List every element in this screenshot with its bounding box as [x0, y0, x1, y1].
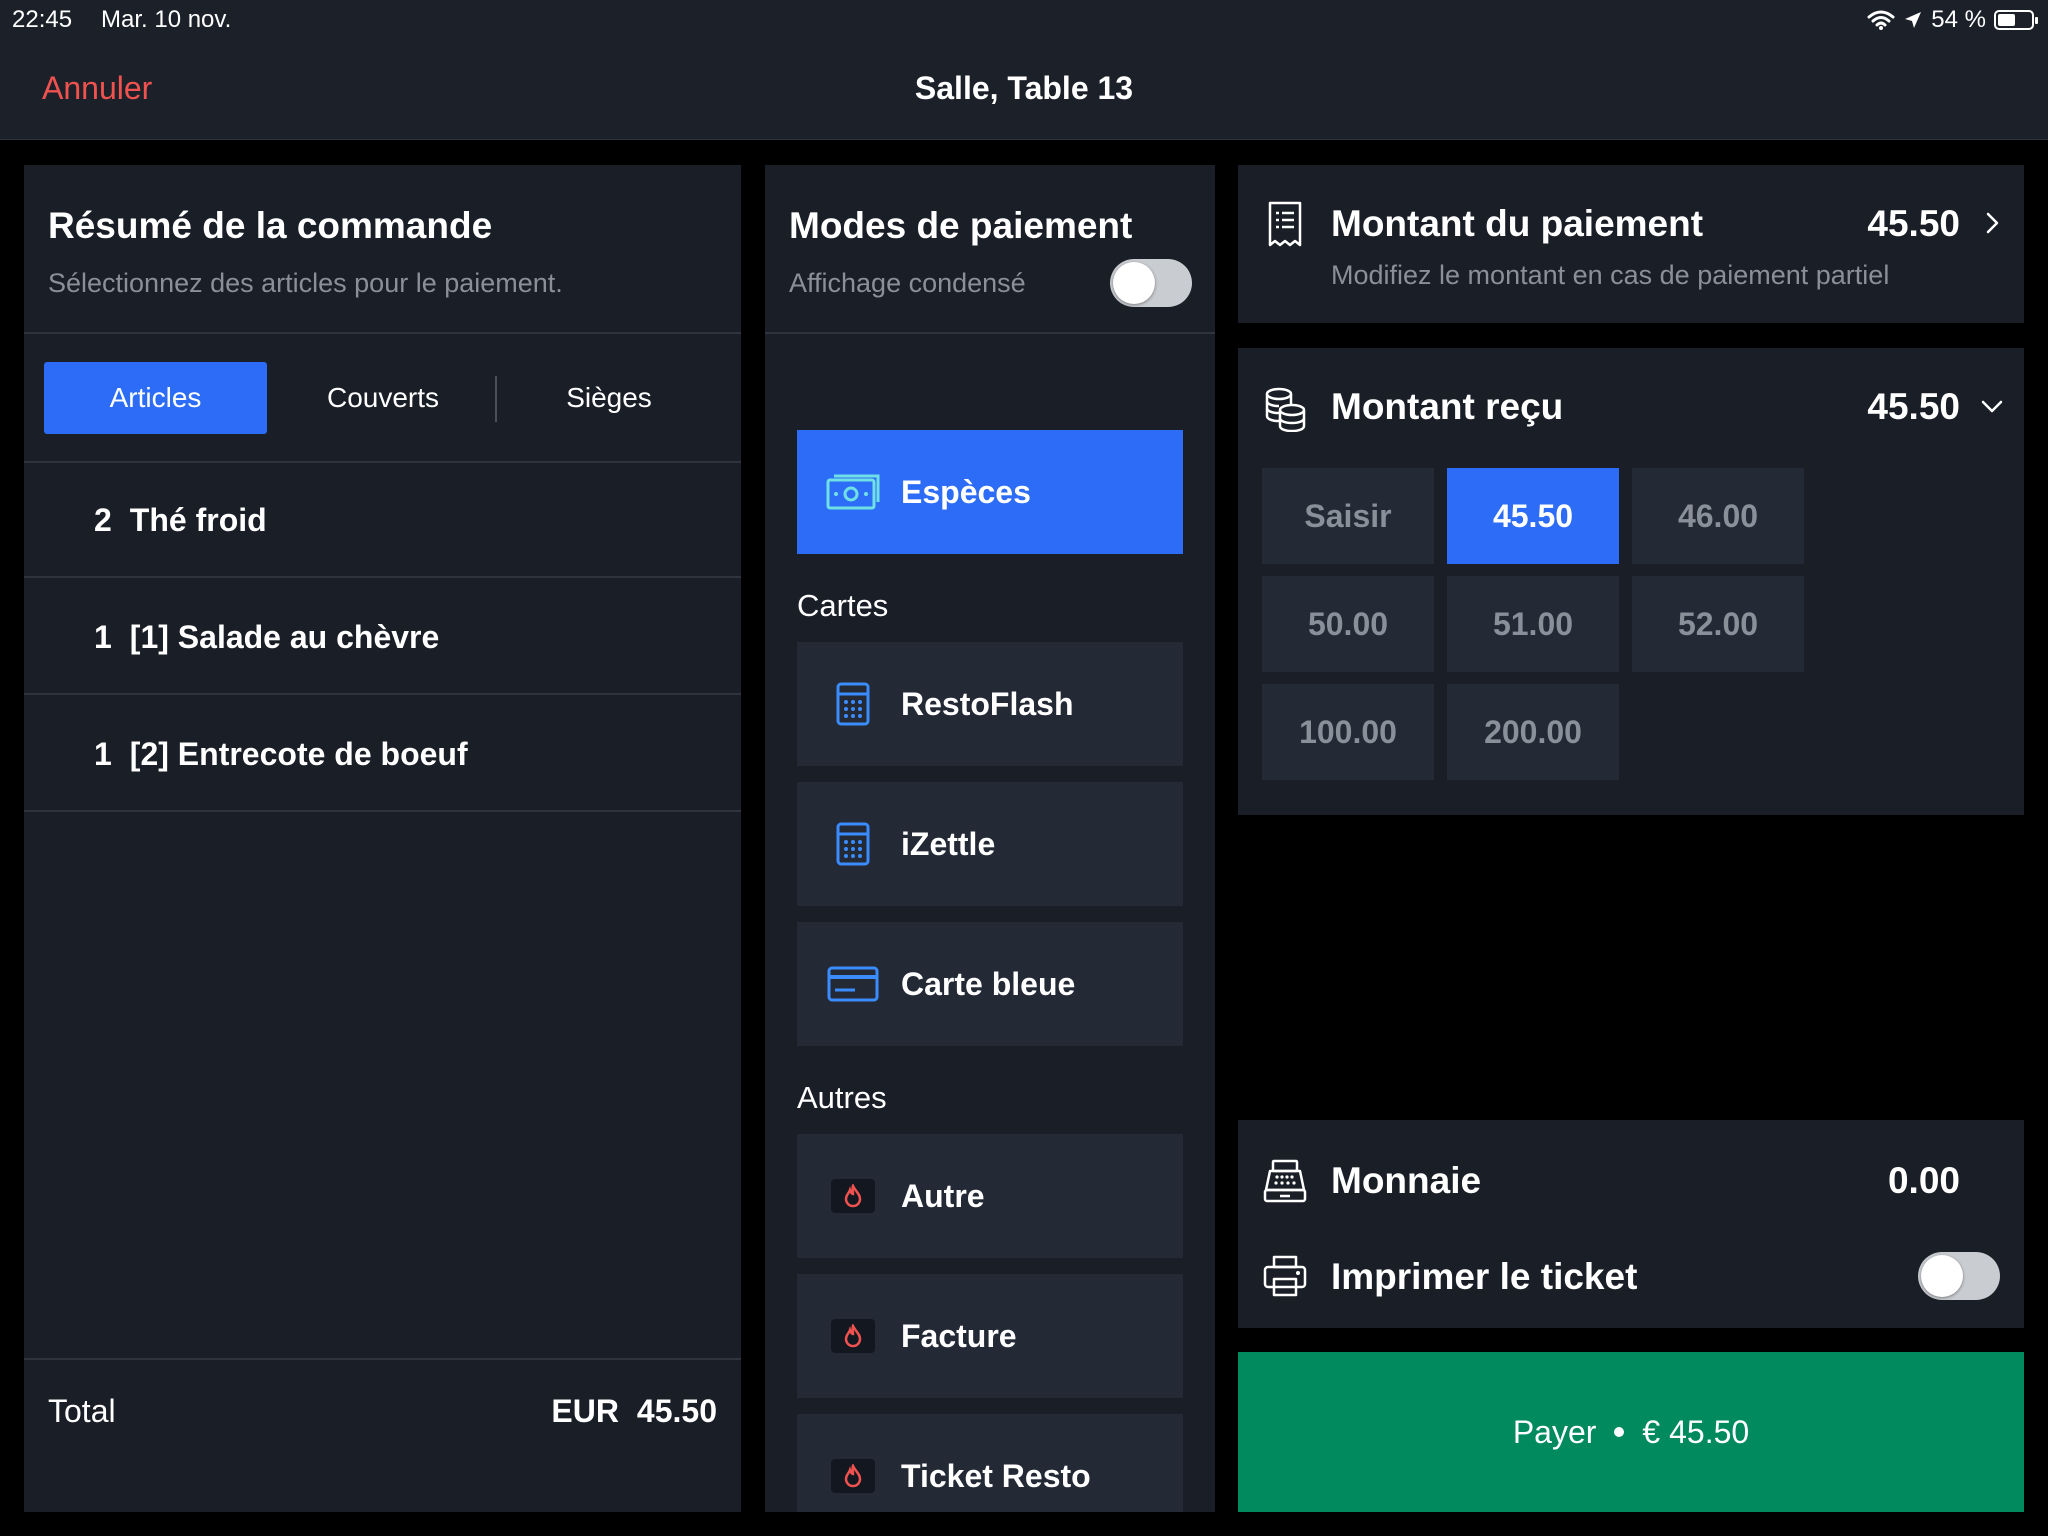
credit-card-icon — [825, 956, 881, 1012]
toggle-knob — [1113, 262, 1155, 304]
wifi-icon — [1867, 10, 1895, 30]
quick-amount-button[interactable]: 52.00 — [1632, 576, 1804, 672]
order-summary-title: Résumé de la commande — [48, 205, 493, 246]
received-amount-value: 45.50 — [1867, 386, 1960, 427]
payment-amount-panel[interactable]: Montant du paiement 45.50 Modifiez le mo… — [1238, 165, 2024, 323]
location-arrow-icon — [1905, 12, 1922, 28]
order-item[interactable]: 1 [1] Salade au chèvre — [24, 580, 741, 695]
change-value: 0.00 — [1887, 1160, 1960, 1201]
status-bar: 22:45 Mar. 10 nov. 54 % — [0, 0, 2048, 40]
order-item-qty: 1 — [94, 619, 112, 655]
order-summary-subtitle: Sélectionnez des articles pour le paieme… — [48, 268, 563, 298]
battery-percent: 54 % — [1931, 6, 1986, 33]
print-ticket-label: Imprimer le ticket — [1331, 1256, 1638, 1297]
printer-icon — [1263, 1255, 1307, 1297]
bullet-separator — [1614, 1427, 1625, 1437]
payment-amount-value: 45.50 — [1867, 203, 1960, 244]
order-item-qty: 2 — [94, 502, 112, 538]
order-item-name: Thé froid — [129, 502, 267, 538]
compact-view-toggle[interactable] — [1110, 259, 1192, 307]
toggle-knob — [1921, 1255, 1963, 1297]
payment-amount-title: Montant du paiement — [1331, 203, 1704, 244]
change-title: Monnaie — [1331, 1160, 1482, 1201]
quick-amount-button[interactable]: 51.00 — [1447, 576, 1619, 672]
tab-articles[interactable]: Articles — [44, 362, 267, 434]
divider — [24, 1358, 741, 1360]
quick-amount-button[interactable]: 100.00 — [1262, 684, 1434, 780]
payment-mode-restoflash[interactable]: RestoFlash — [797, 642, 1183, 766]
order-item-qty: 1 — [94, 736, 112, 772]
pay-button-label: Payer — [1512, 1413, 1597, 1450]
received-amount-title: Montant reçu — [1331, 386, 1564, 427]
quick-amount-enter-button[interactable]: Saisir — [1262, 468, 1434, 564]
payment-mode-label: Carte bleue — [901, 965, 1076, 1002]
divider — [24, 332, 741, 334]
total-value: EUR 45.50 — [551, 1393, 717, 1430]
receipt-icon — [1268, 201, 1302, 247]
tab-couverts[interactable]: Couverts — [276, 362, 490, 434]
order-item[interactable]: 1 [2] Entrecote de boeuf — [24, 697, 741, 812]
tab-sieges[interactable]: Sièges — [502, 362, 716, 434]
quick-amount-button[interactable]: 46.00 — [1632, 468, 1804, 564]
payment-amount-subtitle: Modifiez le montant en cas de paiement p… — [1331, 260, 1890, 290]
flame-icon — [825, 1168, 881, 1224]
chevron-down-icon[interactable] — [1980, 394, 2004, 418]
cash-icon — [825, 464, 881, 520]
divider — [24, 576, 741, 578]
chevron-right-icon — [1986, 212, 1999, 234]
order-item-name: [1] Salade au chèvre — [129, 619, 440, 655]
quick-amount-button[interactable]: 200.00 — [1447, 684, 1619, 780]
coins-icon — [1265, 387, 1306, 432]
tab-divider — [495, 376, 497, 422]
flame-icon — [825, 1448, 881, 1504]
divider — [24, 693, 741, 695]
status-date: Mar. 10 nov. — [101, 6, 232, 33]
total-amount: 45.50 — [636, 1393, 717, 1429]
order-item-name: [2] Entrecote de boeuf — [129, 736, 468, 772]
compact-view-label: Affichage condensé — [789, 268, 1026, 298]
card-terminal-icon — [825, 676, 881, 732]
quick-amount-button[interactable]: 45.50 — [1447, 468, 1619, 564]
pay-button[interactable]: Payer € 45.50 — [1238, 1352, 2024, 1512]
change-panel: Monnaie 0.00 Imprimer le ticket — [1238, 1120, 2024, 1328]
flame-icon — [825, 1308, 881, 1364]
quick-amount-button[interactable]: 50.00 — [1262, 576, 1434, 672]
order-item[interactable]: 2 Thé froid — [24, 463, 741, 578]
divider — [24, 810, 741, 812]
payment-modes-title: Modes de paiement — [789, 205, 1133, 246]
status-right: 54 % — [1867, 6, 2038, 34]
status-time: 22:45 — [12, 6, 73, 33]
payment-mode-label: Ticket Resto — [901, 1457, 1091, 1494]
payment-mode-carte-bleue[interactable]: Carte bleue — [797, 922, 1183, 1046]
card-terminal-icon — [825, 816, 881, 872]
payment-mode-label: Espèces — [901, 473, 1031, 510]
page-title: Salle, Table 13 — [914, 70, 1134, 106]
payment-mode-autre[interactable]: Autre — [797, 1134, 1183, 1258]
payment-mode-label: Facture — [901, 1317, 1017, 1354]
payment-mode-label: RestoFlash — [901, 685, 1074, 722]
print-ticket-toggle[interactable] — [1918, 1252, 2000, 1300]
received-amount-panel: Montant reçu 45.50 Saisir 45.50 46.00 50… — [1238, 348, 2024, 815]
total-label: Total — [48, 1393, 116, 1429]
divider — [765, 332, 1215, 334]
payment-mode-ticket-resto[interactable]: Ticket Resto — [797, 1414, 1183, 1512]
total-currency: EUR — [551, 1393, 619, 1429]
nav-bar: Annuler Salle, Table 13 — [0, 40, 2048, 140]
payment-modes-panel: Modes de paiement Affichage condensé Esp… — [765, 165, 1215, 1512]
payment-mode-izettle[interactable]: iZettle — [797, 782, 1183, 906]
payment-mode-cash[interactable]: Espèces — [797, 430, 1183, 554]
pay-button-amount: € 45.50 — [1642, 1413, 1750, 1450]
battery-icon — [1994, 10, 2038, 30]
order-summary-panel: Résumé de la commande Sélectionnez des a… — [24, 165, 741, 1512]
payment-mode-facture[interactable]: Facture — [797, 1274, 1183, 1398]
cash-register-icon — [1263, 1159, 1307, 1203]
payment-mode-label: Autre — [901, 1177, 985, 1214]
section-others: Autres — [797, 1080, 887, 1115]
payment-mode-label: iZettle — [901, 825, 996, 862]
section-cards: Cartes — [797, 588, 889, 623]
